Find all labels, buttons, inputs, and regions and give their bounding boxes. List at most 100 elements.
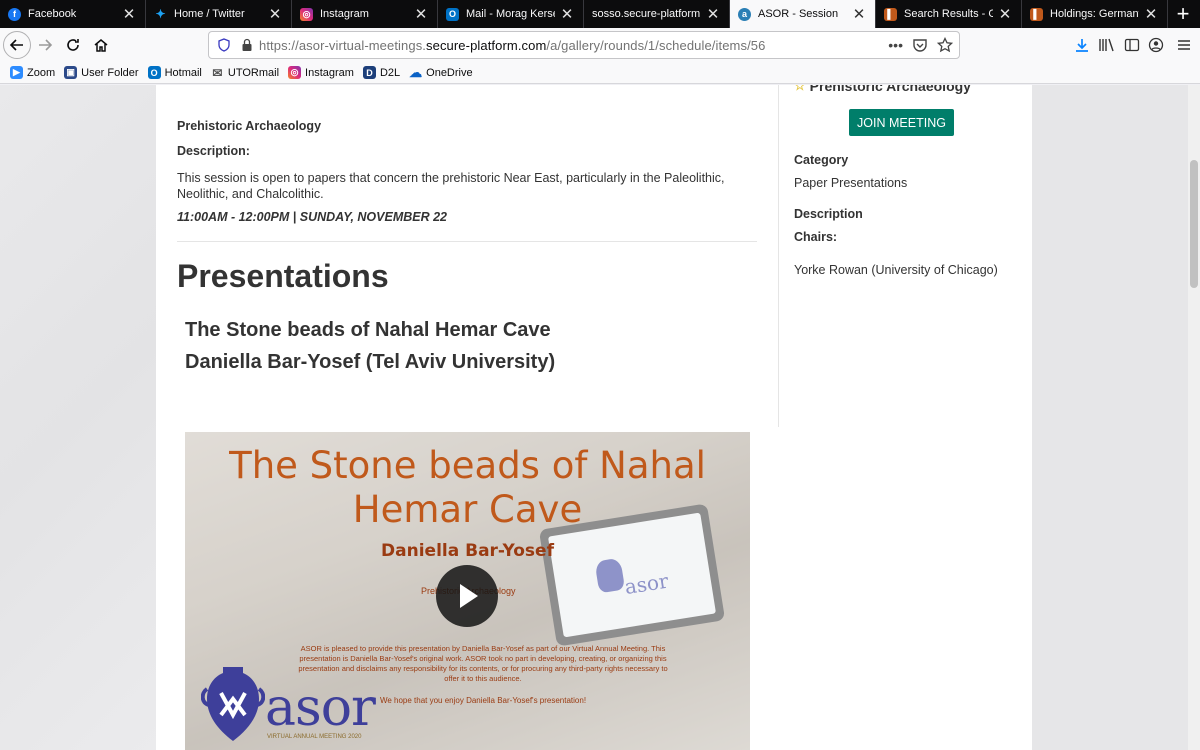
chairs-label: Chairs: — [794, 230, 838, 244]
tab-title: Home / Twitter — [174, 8, 245, 20]
outlook-icon: O — [147, 66, 161, 79]
web-page: Prehistoric Archaeology Description: Thi… — [0, 85, 1200, 750]
d2l-icon: D — [362, 66, 376, 79]
reload-icon — [67, 39, 79, 51]
instagram-icon: ◎ — [288, 66, 302, 79]
back-button[interactable] — [3, 31, 31, 59]
new-tab-button[interactable]: + — [1168, 0, 1198, 28]
asor-logo-subtitle: VIRTUAL ANNUAL MEETING 2020 — [267, 734, 362, 740]
tab-title: Holdings: Germany an — [1050, 8, 1139, 20]
category-value: Paper Presentations — [794, 176, 908, 190]
asor-logo-word: asor — [265, 678, 376, 738]
tab-title: Search Results - Germ — [904, 8, 993, 20]
menu-icon[interactable] — [1172, 37, 1194, 53]
tab-strip: f Facebook ✕ ✦ Home / Twitter ✕ ◎ Instag… — [0, 0, 1200, 28]
sidebar-icon[interactable] — [1124, 37, 1140, 53]
bookmark-zoom[interactable]: ▶ Zoom — [10, 66, 55, 79]
download-icon[interactable] — [1074, 37, 1090, 53]
lock-icon[interactable] — [241, 38, 253, 52]
instagram-icon: ◎ — [300, 7, 313, 21]
twitter-icon: ✦ — [155, 7, 166, 21]
bookmark-label: D2L — [379, 66, 401, 79]
bookmark-label: UTORmail — [227, 66, 280, 79]
account-icon[interactable] — [1148, 37, 1164, 53]
more-actions-icon[interactable]: ••• — [888, 37, 903, 53]
reload-button[interactable] — [59, 31, 87, 59]
forward-button[interactable] — [31, 31, 59, 59]
facebook-icon: f — [8, 7, 21, 21]
bookmark-user-folder[interactable]: ▣ User Folder — [64, 66, 139, 79]
tab-title: sosso.secure-platform.com — [592, 8, 701, 20]
presentation-author: Daniella Bar-Yosef (Tel Aviv University) — [185, 351, 556, 373]
bookmark-label: User Folder — [81, 66, 139, 79]
close-icon[interactable]: ✕ — [559, 5, 575, 23]
address-bar[interactable]: https://asor-virtual-meetings.secure-pla… — [208, 31, 960, 59]
arrow-left-icon — [9, 39, 23, 51]
presentations-heading: Presentations — [177, 258, 389, 294]
tab-asor-session[interactable]: a ASOR - Session ✕ — [730, 0, 876, 28]
page-background — [0, 85, 156, 750]
onedrive-icon: ☁ — [409, 64, 423, 80]
bookmark-label: Instagram — [305, 66, 354, 79]
bookmark-label: Hotmail — [164, 66, 202, 79]
join-meeting-button[interactable]: JOIN MEETING — [849, 109, 954, 136]
close-icon[interactable]: ✕ — [267, 5, 283, 23]
play-button[interactable] — [436, 565, 498, 627]
video-player[interactable]: asor The Stone beads of Nahal Hemar Cave… — [185, 432, 750, 750]
category-label: Category — [794, 153, 849, 167]
bookmark-instagram[interactable]: ◎ Instagram — [288, 66, 354, 79]
asor-icon: a — [738, 7, 751, 21]
close-icon[interactable]: ✕ — [851, 5, 867, 23]
column-divider — [778, 85, 779, 427]
description-label: Description: — [177, 144, 250, 158]
video-title: The Stone beads of Nahal Hemar Cave — [229, 444, 706, 531]
bookmark-onedrive[interactable]: ☁ OneDrive — [409, 64, 473, 80]
session-content: Prehistoric Archaeology Description: Thi… — [156, 85, 1032, 750]
close-icon[interactable]: ✕ — [413, 5, 429, 23]
tab-instagram[interactable]: ◎ Instagram ✕ — [292, 0, 438, 28]
star-icon[interactable]: ☆ — [794, 85, 806, 94]
asor-logo-icon — [201, 667, 265, 741]
tab-title: Instagram — [320, 8, 369, 20]
home-button[interactable] — [87, 31, 115, 59]
shield-icon[interactable] — [217, 38, 231, 52]
close-icon[interactable]: ✕ — [121, 5, 137, 23]
sidebar-title: ☆ Prehistoric Archaeology — [794, 85, 971, 94]
close-icon[interactable]: ✕ — [705, 5, 721, 23]
bookmark-utormail[interactable]: ✉ UTORmail — [211, 65, 280, 80]
pocket-icon[interactable] — [912, 37, 928, 53]
tab-title: Mail - Morag Kersel - — [466, 8, 555, 20]
sidebar-description-label: Description — [794, 207, 863, 221]
divider — [177, 241, 757, 242]
tab-sosso[interactable]: sosso.secure-platform.com ✕ — [584, 0, 730, 28]
navigation-toolbar: https://asor-virtual-meetings.secure-pla… — [0, 28, 1200, 62]
arrow-right-icon — [39, 39, 53, 51]
tab-holdings[interactable]: ▌ Holdings: Germany an ✕ — [1022, 0, 1168, 28]
home-icon — [94, 39, 108, 52]
library-icon: ▌ — [884, 7, 897, 21]
library-icon: ▌ — [1030, 7, 1043, 21]
bookmark-star-icon[interactable] — [937, 37, 953, 53]
tab-twitter[interactable]: ✦ Home / Twitter ✕ — [146, 0, 292, 28]
bookmarks-toolbar: ▶ Zoom ▣ User Folder O Hotmail ✉ UTORmai… — [0, 62, 1200, 84]
session-description: This session is open to papers that conc… — [177, 171, 725, 201]
tab-title: ASOR - Session — [758, 8, 839, 20]
tab-search-results[interactable]: ▌ Search Results - Germ ✕ — [876, 0, 1022, 28]
bookmark-hotmail[interactable]: O Hotmail — [147, 66, 202, 79]
library-icon[interactable] — [1098, 37, 1116, 53]
chairs-value: Yorke Rowan (University of Chicago) — [794, 263, 998, 277]
tab-title: Facebook — [28, 8, 77, 20]
tab-mail[interactable]: O Mail - Morag Kersel - ✕ — [438, 0, 584, 28]
close-icon[interactable]: ✕ — [997, 5, 1013, 23]
bookmark-d2l[interactable]: D D2L — [362, 66, 401, 79]
scrollbar-thumb[interactable] — [1190, 160, 1198, 288]
tab-facebook[interactable]: f Facebook ✕ — [0, 0, 146, 28]
presentation-title: The Stone beads of Nahal Hemar Cave — [185, 319, 551, 341]
close-icon[interactable]: ✕ — [1143, 5, 1159, 23]
mail-icon: ✉ — [212, 65, 223, 80]
zoom-icon: ▶ — [10, 66, 23, 79]
session-time: 11:00AM - 12:00PM | SUNDAY, NOVEMBER 22 — [177, 210, 448, 224]
video-author: Daniella Bar-Yosef — [381, 541, 554, 561]
url-text[interactable]: https://asor-virtual-meetings.secure-pla… — [259, 38, 765, 53]
bookmark-label: OneDrive — [426, 66, 473, 79]
